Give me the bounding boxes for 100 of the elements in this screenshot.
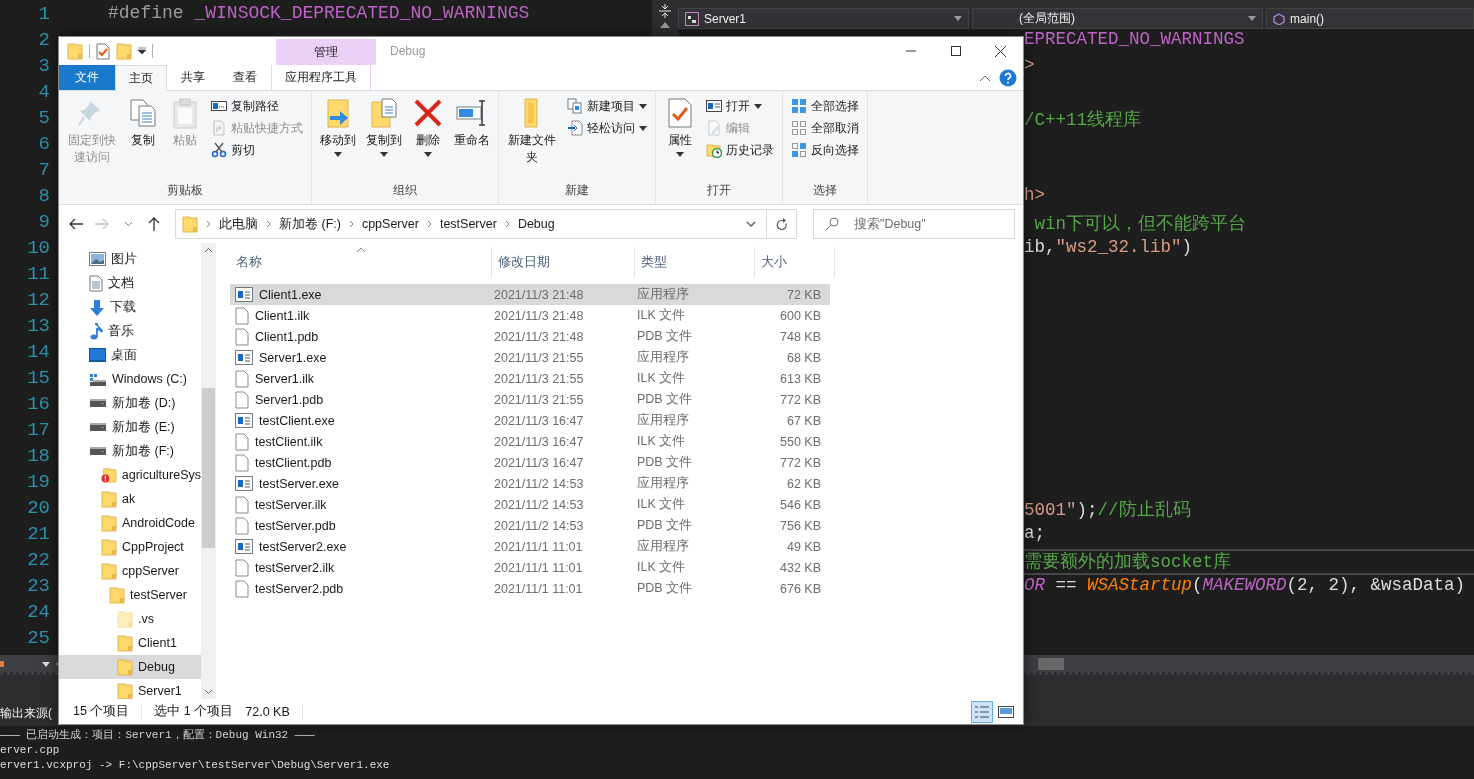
- file-type: 应用程序: [636, 349, 690, 366]
- breadcrumb[interactable]: testServer: [439, 217, 497, 231]
- line-number: 9: [38, 211, 50, 235]
- tree-item[interactable]: CppProject: [59, 535, 201, 559]
- ribbon-tab[interactable]: 文件: [59, 65, 115, 90]
- file-row[interactable]: Server1.exe 2021/11/3 21:55 应用程序 68 KB: [230, 347, 830, 368]
- tree-item[interactable]: testServer: [59, 583, 201, 607]
- file-row[interactable]: testServer2.ilk 2021/11/1 11:01 ILK 文件 432 KB: [230, 557, 830, 578]
- address-bar[interactable]: 此电脑 新加卷 (F:) cppServer testServer Debug: [175, 209, 797, 239]
- ribbon-button[interactable]: 复制: [123, 95, 163, 151]
- tree-item[interactable]: Server1: [59, 679, 201, 699]
- ribbon-button[interactable]: 历史记录: [702, 139, 778, 161]
- line-number: 14: [27, 341, 50, 365]
- code-line: /C++11线程库: [1024, 109, 1141, 132]
- ribbon-button[interactable]: 删除: [408, 95, 448, 159]
- file-row[interactable]: testClient.exe 2021/11/3 16:47 应用程序 67 KB: [230, 410, 830, 431]
- tree-item[interactable]: 新加卷 (D:): [59, 391, 201, 415]
- file-row[interactable]: Client1.ilk 2021/11/3 21:48 ILK 文件 600 KB: [230, 305, 830, 326]
- file-size: 756 KB: [779, 518, 822, 533]
- breadcrumb[interactable]: Debug: [517, 217, 555, 231]
- tree-item[interactable]: cppServer: [59, 559, 201, 583]
- tree-item[interactable]: 新加卷 (F:): [59, 439, 201, 463]
- file-row[interactable]: testServer2.pdb 2021/11/1 11:01 PDB 文件 676 KB: [230, 578, 830, 599]
- navigation-dropdown[interactable]: (全局范围): [972, 8, 1264, 29]
- column-header[interactable]: 修改日期: [492, 247, 635, 278]
- tree-item[interactable]: Client1: [59, 631, 201, 655]
- navigation-dropdown[interactable]: Server1: [678, 8, 970, 29]
- group-label: 组织: [392, 182, 418, 199]
- file-type: PDB 文件: [636, 517, 694, 534]
- code-line: win下可以，但不能跨平台: [1033, 213, 1246, 236]
- file-row[interactable]: Server1.ilk 2021/11/3 21:55 ILK 文件 613 KB: [230, 368, 830, 389]
- file-row[interactable]: Client1.exe 2021/11/3 21:48 应用程序 72 KB: [230, 284, 830, 305]
- file-row[interactable]: Client1.pdb 2021/11/3 21:48 PDB 文件 748 KB: [230, 326, 830, 347]
- line-number: 19: [27, 471, 50, 495]
- modified-date: 2021/11/2 14:53: [493, 497, 585, 512]
- file-type: 应用程序: [636, 412, 690, 429]
- file-type: PDB 文件: [636, 391, 694, 408]
- column-header[interactable]: 大小: [755, 247, 835, 278]
- line-number: 5: [38, 107, 50, 131]
- column-header[interactable]: 类型: [635, 247, 755, 278]
- file-name: Server1.pdb: [255, 392, 325, 407]
- ribbon-button[interactable]: 属性: [660, 95, 700, 159]
- line-number: 3: [38, 55, 50, 79]
- ribbon-tab[interactable]: 主页: [115, 65, 167, 91]
- ribbon-button[interactable]: 新建项目: [563, 95, 651, 117]
- file-size: 772 KB: [779, 455, 822, 470]
- ribbon-button[interactable]: 反向选择: [787, 139, 863, 161]
- line-number: 1: [38, 3, 50, 27]
- navigation-dropdown[interactable]: main(): [1266, 8, 1474, 29]
- tree-item[interactable]: .vs: [59, 607, 201, 631]
- file-row[interactable]: testClient.ilk 2021/11/3 16:47 ILK 文件 550 KB: [230, 431, 830, 452]
- line-number: 22: [27, 549, 50, 573]
- file-name: Client1.exe: [259, 287, 323, 302]
- line-number: 23: [27, 575, 50, 599]
- line-number: 17: [27, 419, 50, 443]
- breadcrumb[interactable]: 此电脑: [219, 215, 258, 233]
- file-size: 613 KB: [779, 371, 822, 386]
- tree-item[interactable]: 音乐: [59, 319, 201, 343]
- ribbon-tab[interactable]: 应用程序工具: [271, 65, 371, 90]
- modified-date: 2021/11/3 16:47: [493, 434, 585, 449]
- modified-date: 2021/11/3 21:48: [493, 308, 585, 323]
- ribbon-button[interactable]: 复制路径: [207, 95, 307, 117]
- ribbon-button[interactable]: 打开: [702, 95, 778, 117]
- ribbon-button[interactable]: 剪切: [207, 139, 307, 161]
- file-row[interactable]: testClient.pdb 2021/11/3 16:47 PDB 文件 772 KB: [230, 452, 830, 473]
- search-field[interactable]: 搜索"Debug": [813, 209, 1015, 239]
- file-row[interactable]: testServer2.exe 2021/11/1 11:01 应用程序 49 KB: [230, 536, 830, 557]
- ribbon-button[interactable]: 移动到: [316, 95, 360, 159]
- ribbon-button[interactable]: 轻松访问: [563, 117, 651, 139]
- modified-date: 2021/11/2 14:53: [493, 476, 585, 491]
- tree-item[interactable]: agricultureSys: [59, 463, 201, 487]
- file-row[interactable]: Server1.pdb 2021/11/3 21:55 PDB 文件 772 KB: [230, 389, 830, 410]
- ribbon-button[interactable]: 新建文件夹: [503, 95, 561, 168]
- ribbon-button[interactable]: 全部取消: [787, 117, 863, 139]
- code-line: OR == WSAStartup(MAKEWORD(2, 2), &wsaData): [1024, 575, 1466, 597]
- tree-item[interactable]: ak: [59, 487, 201, 511]
- column-header[interactable]: 名称: [230, 247, 492, 278]
- tree-item[interactable]: 桌面: [59, 343, 201, 367]
- file-row[interactable]: testServer.ilk 2021/11/2 14:53 ILK 文件 546 KB: [230, 494, 830, 515]
- ribbon-button[interactable]: 重命名: [450, 95, 494, 151]
- tree-item[interactable]: 文档: [59, 271, 201, 295]
- code-line: a;: [1024, 523, 1045, 545]
- file-size: 748 KB: [779, 329, 822, 344]
- tree-item[interactable]: 图片: [59, 247, 201, 271]
- file-row[interactable]: testServer.exe 2021/11/2 14:53 应用程序 62 KB: [230, 473, 830, 494]
- line-number: 24: [27, 601, 50, 625]
- line-number: 13: [27, 315, 50, 339]
- breadcrumb[interactable]: 新加卷 (F:): [279, 215, 341, 233]
- ribbon-button[interactable]: 全部选择: [787, 95, 863, 117]
- tree-item[interactable]: Windows (C:): [59, 367, 201, 391]
- tree-item[interactable]: Debug: [59, 655, 201, 679]
- file-row[interactable]: testServer.pdb 2021/11/2 14:53 PDB 文件 756 KB: [230, 515, 830, 536]
- file-type: PDB 文件: [636, 580, 694, 597]
- tree-item[interactable]: AndroidCode: [59, 511, 201, 535]
- tree-item[interactable]: 下载: [59, 295, 201, 319]
- breadcrumb[interactable]: cppServer: [361, 217, 419, 231]
- file-type: ILK 文件: [636, 559, 687, 576]
- ribbon-button[interactable]: 复制到: [362, 95, 406, 159]
- tree-item[interactable]: 新加卷 (E:): [59, 415, 201, 439]
- file-name: testClient.exe: [259, 413, 336, 428]
